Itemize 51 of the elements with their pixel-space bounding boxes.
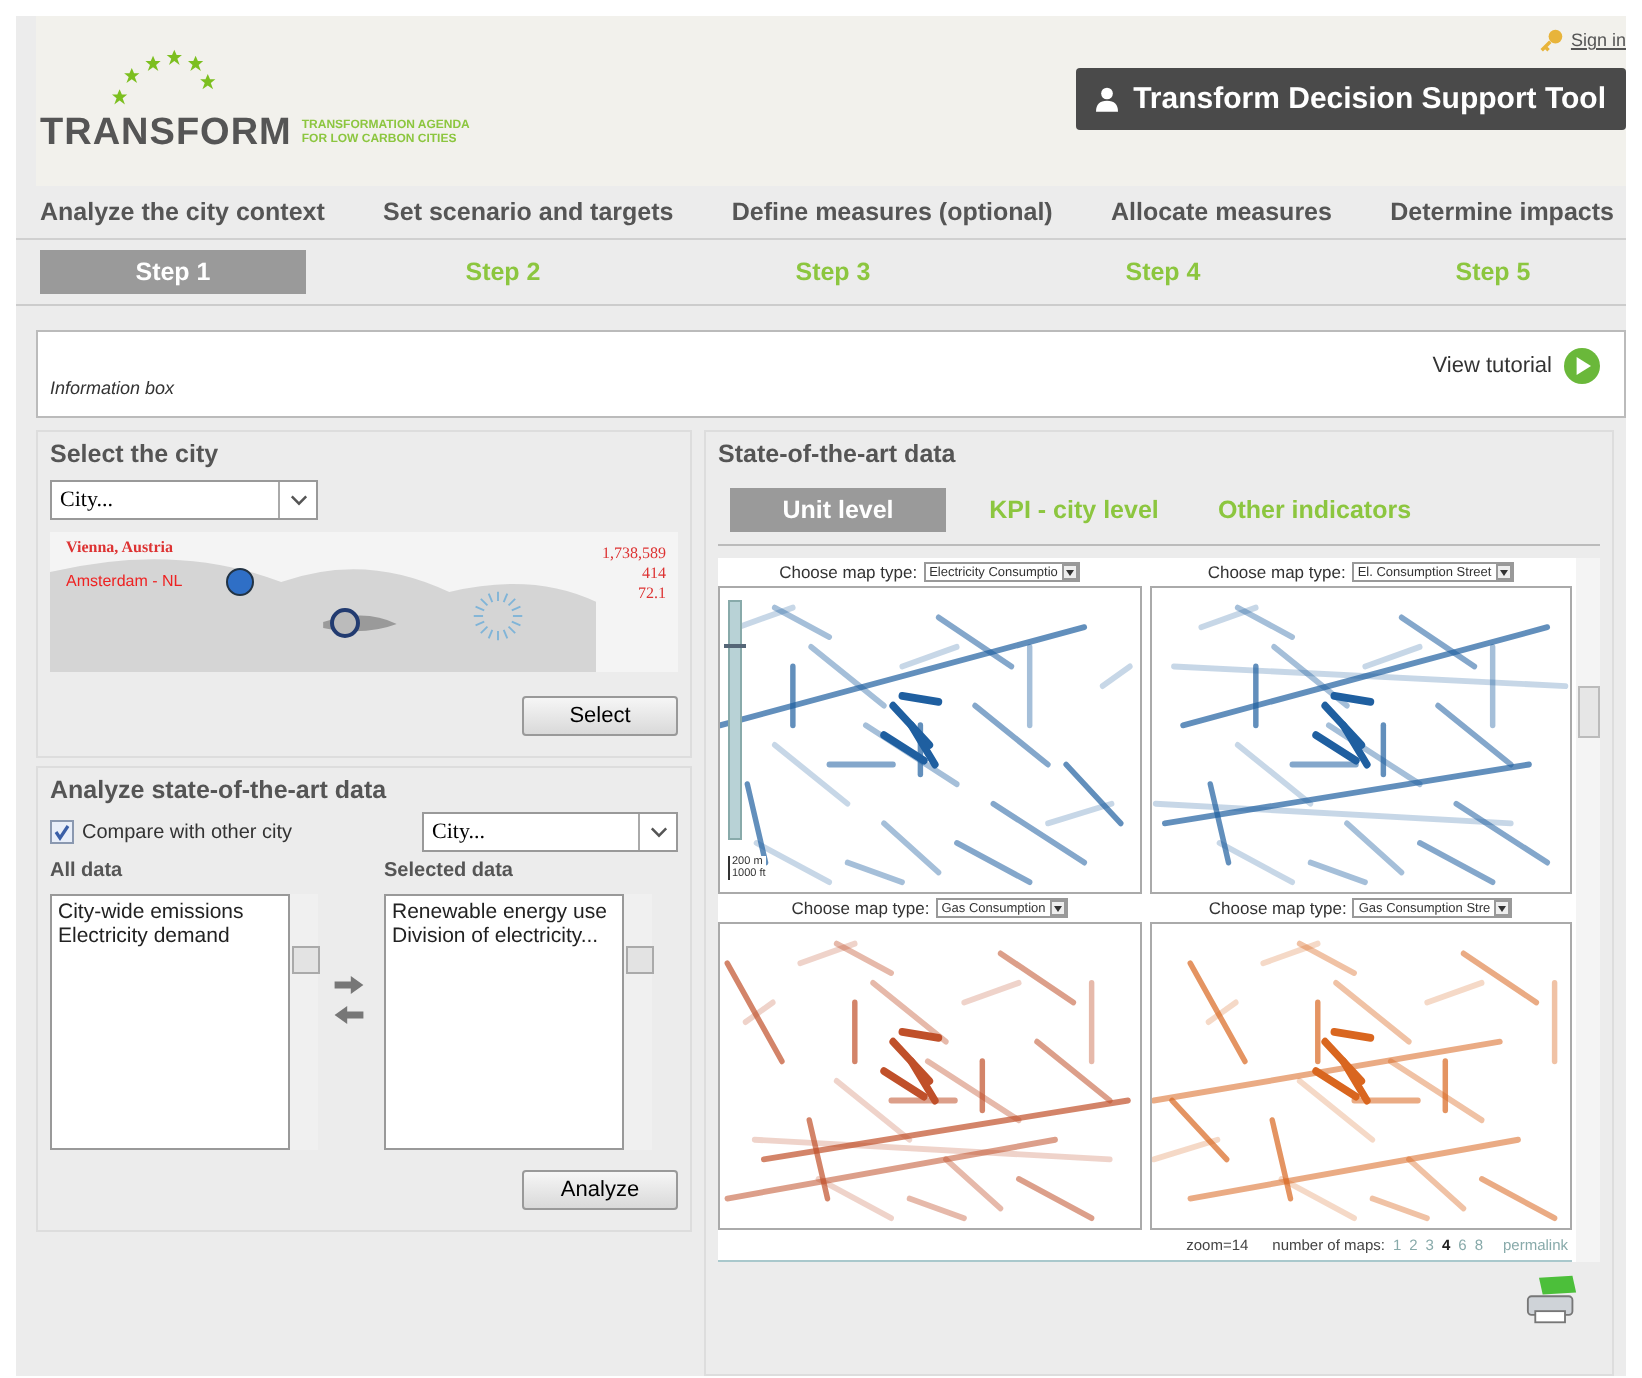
sign-in-link[interactable]: Sign in	[1570, 30, 1626, 50]
process-label: Analyze the city context	[40, 198, 325, 226]
logo-text: TRANSFORM	[40, 112, 292, 156]
dropdown-arrow-icon	[1061, 564, 1078, 580]
city-statistic: 414	[642, 564, 666, 582]
play-icon	[1564, 348, 1600, 384]
process-label: Determine impacts	[1390, 198, 1614, 226]
chevron-icon	[649, 826, 667, 838]
city-statistic: 1,738,589	[602, 544, 666, 562]
city-dropdown[interactable]: City...	[50, 480, 318, 520]
process-label: Define measures (optional)	[731, 198, 1053, 226]
analyze-button[interactable]: Analyze	[522, 1170, 678, 1210]
process-label: Set scenario and targets	[383, 198, 674, 226]
right-arrow-icon[interactable]	[334, 976, 364, 994]
compare-checkbox[interactable]	[50, 820, 74, 844]
select-button[interactable]: Select	[522, 696, 678, 736]
view-tutorial-button[interactable]: View tutorial	[1420, 346, 1612, 386]
list-item[interactable]: City-wide emissions	[58, 900, 282, 924]
left-arrow-icon[interactable]	[334, 1006, 364, 1024]
section-title: Analyze state-of-the-art data	[50, 776, 389, 804]
city-statistic: 72.1	[638, 584, 666, 602]
information-box-title: Information box	[50, 378, 175, 398]
list-item[interactable]: Division of electricity...	[392, 924, 616, 948]
printer-icon[interactable]	[1524, 1274, 1580, 1326]
list-item[interactable]: Renewable energy use	[392, 900, 616, 924]
loading-spinner-icon	[470, 588, 526, 644]
section-title: Select the city	[50, 440, 221, 468]
process-label: Allocate measures	[1110, 198, 1332, 226]
city-dropdown[interactable]: City...	[422, 812, 678, 852]
checkbox-label: Compare with other city	[82, 821, 293, 843]
list-item[interactable]: Electricity demand	[58, 924, 282, 948]
scrollbar[interactable]	[1576, 558, 1600, 1262]
map-type-label: Choose map type:	[791, 898, 930, 918]
user-icon	[1095, 86, 1118, 112]
compare-city-name: Amsterdam - NL	[66, 572, 183, 590]
list-label: Selected data	[384, 860, 515, 882]
key-icon	[1540, 28, 1565, 52]
list-label: All data	[50, 860, 125, 882]
map-type-label: Choose map type:	[1208, 898, 1347, 918]
dropdown-arrow-icon	[1049, 900, 1066, 916]
zoom-slider[interactable]	[728, 600, 742, 840]
map-type-label: Choose map type:	[779, 562, 918, 582]
map-type-label: Choose map type:	[1207, 562, 1346, 582]
dropdown-arrow-icon	[1494, 900, 1511, 916]
chevron-icon	[289, 494, 307, 506]
city-name: Vienna, Austria	[66, 538, 173, 556]
scrollbar[interactable]	[624, 894, 652, 1150]
tool-title: Transform Decision Support Tool	[1133, 82, 1606, 116]
dropdown-arrow-icon	[1495, 564, 1512, 580]
scrollbar[interactable]	[290, 894, 318, 1150]
section-title: State-of-the-art data	[718, 440, 958, 468]
